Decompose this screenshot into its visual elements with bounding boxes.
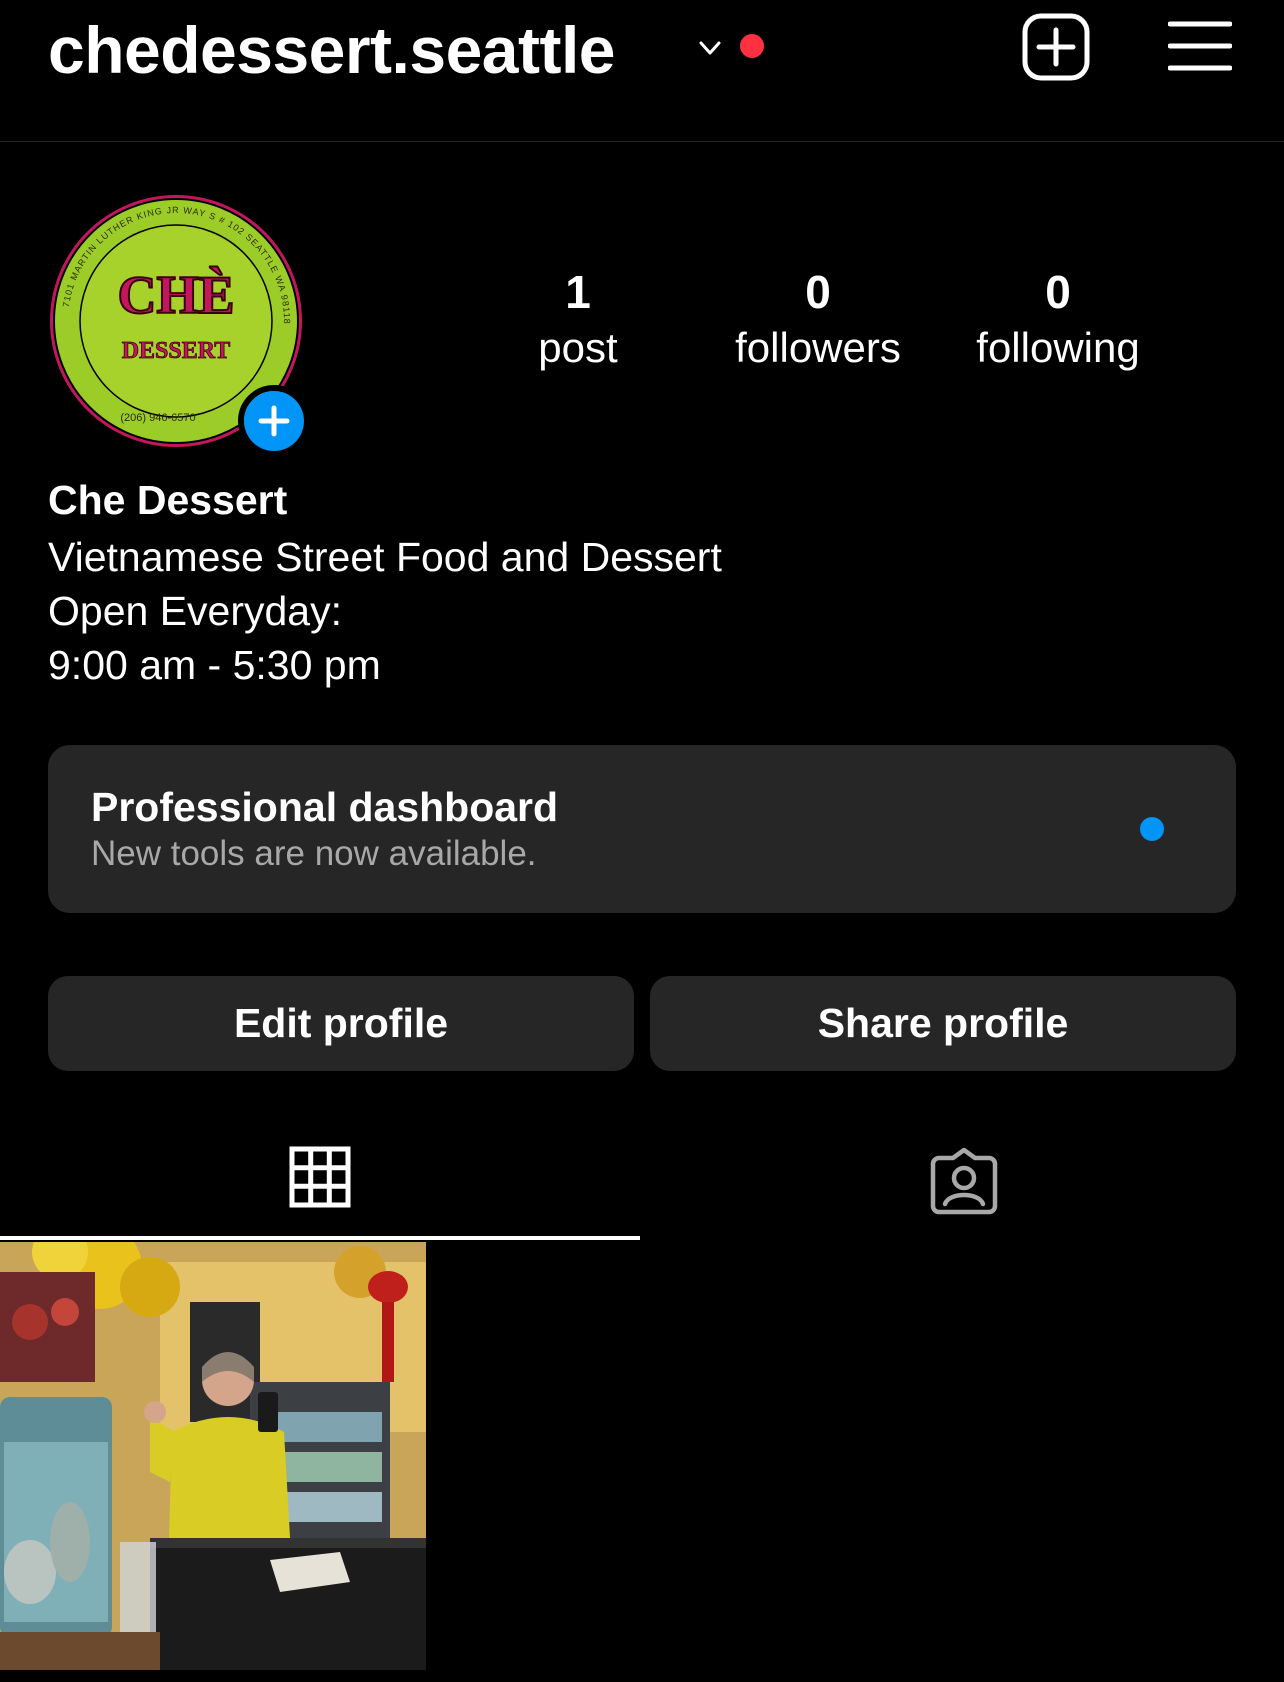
stat-posts-label: post	[538, 324, 618, 371]
dashboard-subtitle: New tools are now available.	[91, 834, 537, 873]
bio: Che Dessert Vietnamese Street Food and D…	[48, 470, 1228, 692]
stat-following[interactable]: 0 following	[938, 262, 1178, 374]
tab-tagged[interactable]	[644, 1130, 1284, 1240]
tab-posts-grid[interactable]	[0, 1130, 640, 1240]
active-tab-indicator	[0, 1236, 640, 1240]
profile-display-name: Che Dessert	[48, 477, 288, 523]
bio-line: Vietnamese Street Food and Dessert	[48, 534, 722, 580]
grid-icon	[289, 1146, 351, 1208]
tagged-person-icon	[930, 1147, 998, 1215]
share-profile-button[interactable]: Share profile	[650, 976, 1236, 1071]
post-thumbnail[interactable]	[0, 1242, 426, 1670]
hamburger-menu-icon[interactable]	[1168, 18, 1232, 74]
stat-followers-value: 0	[805, 266, 831, 318]
edit-profile-button[interactable]: Edit profile	[48, 976, 634, 1071]
dashboard-title: Professional dashboard	[91, 784, 559, 830]
new-indicator-dot	[1140, 817, 1164, 841]
notification-dot	[740, 34, 764, 58]
stat-followers-label: followers	[735, 324, 901, 371]
plus-icon	[244, 391, 304, 451]
account-switcher-username[interactable]: chedessert.seattle	[48, 10, 616, 90]
bio-line: Open Everyday:	[48, 588, 342, 634]
plus-square-icon[interactable]	[1021, 12, 1091, 82]
avatar-logo-main: CHÈ	[117, 265, 234, 325]
stat-followers[interactable]: 0 followers	[698, 262, 938, 374]
stat-following-label: following	[976, 324, 1140, 371]
chevron-down-icon[interactable]	[697, 35, 723, 61]
stat-following-value: 0	[1045, 266, 1071, 318]
avatar-logo-sub: DESSERT	[122, 338, 231, 364]
avatar-phone: (206) 946-6570	[120, 412, 195, 424]
add-story-button[interactable]	[238, 385, 310, 457]
bio-line: 9:00 am - 5:30 pm	[48, 642, 381, 688]
professional-dashboard-card[interactable]: Professional dashboard New tools are now…	[48, 745, 1236, 913]
stat-posts[interactable]: 1 post	[458, 262, 698, 374]
top-bar: chedessert.seattle	[0, 0, 1284, 142]
post-photo	[0, 1242, 426, 1670]
stat-posts-value: 1	[565, 266, 591, 318]
